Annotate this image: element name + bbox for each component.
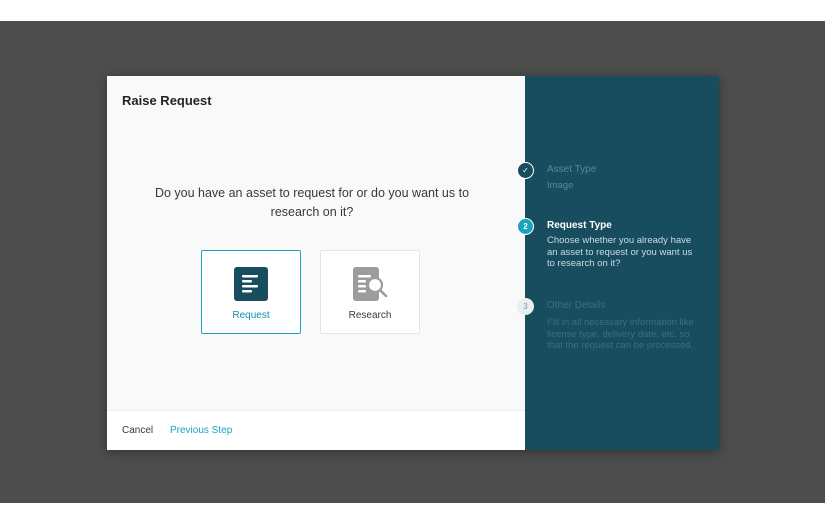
step-description: Fill in all necessary information like l… bbox=[547, 317, 694, 351]
option-research-label: Research bbox=[348, 310, 392, 321]
step-title: Request Type bbox=[547, 220, 612, 231]
document-search-icon bbox=[350, 267, 390, 301]
dialog-footer: Cancel Previous Step bbox=[107, 410, 525, 450]
dialog-main-panel: Raise Request Do you have an asset to re… bbox=[107, 76, 525, 450]
steps-sidebar: ✓ Asset Type Image 2 Request Type Choose… bbox=[517, 76, 719, 450]
step-number-badge: 2 bbox=[517, 218, 534, 235]
step-description: Image bbox=[547, 180, 574, 191]
document-list-icon bbox=[231, 267, 271, 301]
check-icon: ✓ bbox=[517, 162, 534, 179]
option-research-card[interactable]: Research bbox=[320, 250, 420, 334]
previous-step-button[interactable]: Previous Step bbox=[170, 425, 232, 436]
request-question: Do you have an asset to request for or d… bbox=[154, 186, 470, 219]
step-title: Other Details bbox=[547, 300, 606, 311]
option-request-card[interactable]: Request bbox=[201, 250, 301, 334]
dialog-title: Raise Request bbox=[122, 93, 212, 108]
option-request-label: Request bbox=[232, 310, 270, 321]
request-type-options: Request Research bbox=[201, 250, 420, 334]
step-title: Asset Type bbox=[547, 164, 597, 175]
step-number-badge: 3 bbox=[517, 298, 534, 315]
step-description: Choose whether you already have an asset… bbox=[547, 235, 693, 269]
cancel-button[interactable]: Cancel bbox=[122, 425, 153, 436]
raise-request-dialog: Raise Request Do you have an asset to re… bbox=[107, 76, 719, 450]
